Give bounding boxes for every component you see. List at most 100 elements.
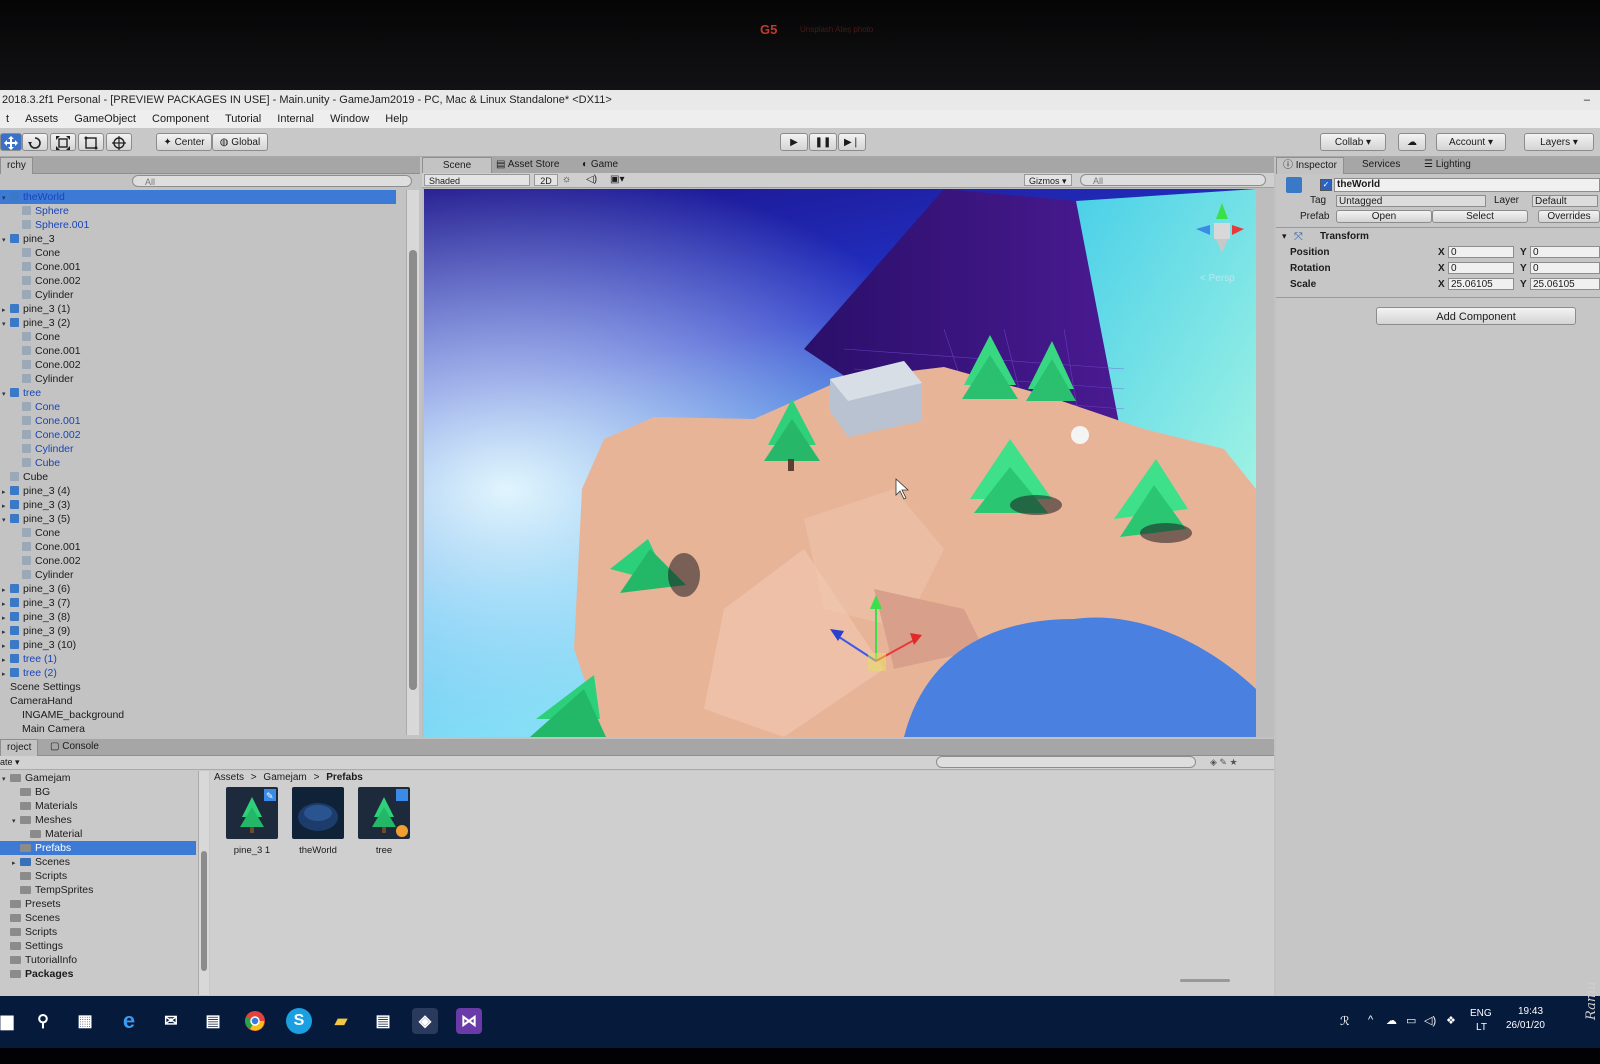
project-folder-item[interactable]: Settings — [0, 939, 196, 953]
hierarchy-item[interactable]: Cylinder — [0, 442, 396, 456]
project-tree-scroll-thumb[interactable] — [201, 851, 207, 971]
people-icon[interactable]: ℛ — [1340, 1014, 1350, 1028]
menu-item-tutorial[interactable]: Tutorial — [225, 113, 261, 125]
thumbnail-size-slider[interactable] — [1180, 979, 1230, 982]
tag-dropdown[interactable]: Untagged — [1336, 195, 1486, 207]
step-button[interactable]: ▶❘ — [838, 133, 866, 151]
project-search-input[interactable] — [936, 756, 1196, 768]
onedrive-icon[interactable]: ☁ — [1386, 1014, 1397, 1027]
layers-dropdown[interactable]: Layers ▾ — [1524, 133, 1594, 151]
scale-y-field[interactable]: 25.06105 — [1530, 278, 1600, 290]
unity-icon[interactable]: ◈ — [412, 1008, 438, 1034]
project-folder-item[interactable]: Prefabs — [0, 841, 196, 855]
project-folder-item[interactable]: ▾ Gamejam — [0, 771, 196, 785]
project-folder-item[interactable]: Material — [0, 827, 196, 841]
hierarchy-item[interactable]: Scene Settings — [0, 680, 396, 694]
hierarchy-item[interactable]: ▸ pine_3 (1) — [0, 302, 396, 316]
shading-mode-dropdown[interactable]: Shaded — [424, 174, 530, 186]
language-top[interactable]: ENG — [1470, 1008, 1492, 1019]
hierarchy-item[interactable]: Sphere — [0, 204, 396, 218]
audio-toggle-icon[interactable]: ◁) — [586, 174, 604, 186]
prefab-overrides-dropdown[interactable]: Overrides — [1538, 210, 1600, 223]
hierarchy-item[interactable]: ▸ pine_3 (6) — [0, 582, 396, 596]
hierarchy-item[interactable]: Cone.001 — [0, 414, 396, 428]
language-bottom[interactable]: LT — [1476, 1022, 1487, 1033]
hierarchy-item[interactable]: Cone — [0, 330, 396, 344]
project-folder-item[interactable]: ▸ Scenes — [0, 855, 196, 869]
hierarchy-item[interactable]: Cylinder — [0, 372, 396, 386]
tab-lighting[interactable]: ☰ Lighting — [1418, 157, 1477, 173]
breadcrumb-gamejam[interactable]: Gamejam — [263, 772, 306, 783]
hierarchy-scroll-thumb[interactable] — [409, 250, 417, 690]
file-explorer-icon[interactable]: ▰ — [328, 1008, 354, 1034]
volume-icon[interactable]: ◁) — [1424, 1014, 1436, 1027]
hierarchy-item[interactable]: Cone.002 — [0, 428, 396, 442]
menu-item-window[interactable]: Window — [330, 113, 369, 125]
project-folder-item[interactable]: Scenes — [0, 911, 196, 925]
hierarchy-item[interactable]: Cube — [0, 470, 396, 484]
hierarchy-item[interactable]: Cone.001 — [0, 344, 396, 358]
dropbox-icon[interactable]: ❖ — [1446, 1014, 1456, 1027]
windows-start-icon[interactable]: ▆ — [0, 1008, 14, 1034]
tab-inspector[interactable]: ⓘ Inspector — [1276, 157, 1344, 174]
tab-scene[interactable]: Scene — [422, 157, 492, 174]
hierarchy-item[interactable]: Cone.001 — [0, 540, 396, 554]
position-x-field[interactable]: 0 — [1448, 246, 1514, 258]
lighting-toggle-icon[interactable]: ☼ — [562, 174, 580, 186]
hierarchy-item[interactable]: ▸ pine_3 (3) — [0, 498, 396, 512]
mail-icon[interactable]: ✉ — [158, 1008, 184, 1034]
transform-tool-button[interactable] — [106, 133, 132, 151]
hierarchy-item[interactable]: Cylinder — [0, 568, 396, 582]
hierarchy-item[interactable]: ▸ pine_3 (8) — [0, 610, 396, 624]
position-y-field[interactable]: 0 — [1530, 246, 1600, 258]
rotation-y-field[interactable]: 0 — [1530, 262, 1600, 274]
hierarchy-item[interactable]: Cone — [0, 246, 396, 260]
effects-toggle-icon[interactable]: ▣▾ — [610, 174, 634, 186]
project-folder-item[interactable]: ▾ Meshes — [0, 813, 196, 827]
chrome-icon[interactable] — [242, 1008, 268, 1034]
hierarchy-search-input[interactable]: All — [132, 175, 412, 187]
prefab-open-button[interactable]: Open — [1336, 210, 1432, 223]
hierarchy-item[interactable]: ▸ pine_3 (9) — [0, 624, 396, 638]
hierarchy-item[interactable]: Cone.002 — [0, 274, 396, 288]
tab-game[interactable]: ◐ Game — [576, 157, 624, 173]
cloud-button[interactable]: ☁ — [1398, 133, 1426, 151]
project-folder-item[interactable]: TempSprites — [0, 883, 196, 897]
hierarchy-item[interactable]: Cone — [0, 400, 396, 414]
project-folder-item[interactable]: Materials — [0, 799, 196, 813]
gizmos-dropdown[interactable]: Gizmos ▾ — [1024, 174, 1072, 186]
asset-tree[interactable]: tree — [356, 787, 412, 856]
hierarchy-item[interactable]: Cone.001 — [0, 260, 396, 274]
hierarchy-item[interactable]: ▸ pine_3 (7) — [0, 596, 396, 610]
layer-dropdown[interactable]: Default — [1532, 195, 1598, 207]
hierarchy-item[interactable]: ▾ pine_3 (2) — [0, 316, 396, 330]
minimize-button[interactable]: – — [1584, 90, 1590, 110]
hierarchy-item[interactable]: Cylinder — [0, 288, 396, 302]
edge-icon[interactable]: e — [116, 1008, 142, 1034]
hierarchy-item[interactable]: ▾ tree — [0, 386, 396, 400]
hierarchy-item[interactable]: CameraHand — [0, 694, 396, 708]
rotate-tool-button[interactable] — [22, 133, 48, 151]
hierarchy-item[interactable]: ▸ tree (2) — [0, 666, 396, 680]
menu-item-file-partial[interactable]: t — [6, 113, 9, 125]
account-dropdown[interactable]: Account ▾ — [1436, 133, 1506, 151]
rotation-x-field[interactable]: 0 — [1448, 262, 1514, 274]
notepad-icon[interactable]: ▤ — [370, 1008, 396, 1034]
hierarchy-item[interactable]: ▾ theWorld — [0, 190, 396, 204]
pivot-global-toggle[interactable]: ◍ Global — [212, 133, 268, 151]
filter-by-type-icon[interactable]: ◈ ✎ ★ — [1210, 756, 1238, 769]
hierarchy-item[interactable]: Cone.002 — [0, 358, 396, 372]
object-name-field[interactable]: theWorld — [1334, 178, 1600, 192]
breadcrumb-assets[interactable]: Assets — [214, 772, 244, 783]
menu-item-help[interactable]: Help — [385, 113, 408, 125]
hierarchy-item[interactable]: Main Camera — [0, 722, 396, 736]
hierarchy-item[interactable]: ▾ pine_3 (5) — [0, 512, 396, 526]
hierarchy-item[interactable]: Cube — [0, 456, 396, 470]
tab-project[interactable]: roject — [0, 739, 39, 756]
create-dropdown[interactable]: ate ▾ — [0, 756, 20, 769]
hierarchy-item[interactable]: ▸ pine_3 (4) — [0, 484, 396, 498]
menu-item-assets[interactable]: Assets — [25, 113, 58, 125]
active-checkbox[interactable]: ✓ — [1320, 179, 1332, 191]
rect-tool-button[interactable] — [78, 133, 104, 151]
asset-pine-3-1[interactable]: ✎ pine_3 1 — [224, 787, 280, 856]
